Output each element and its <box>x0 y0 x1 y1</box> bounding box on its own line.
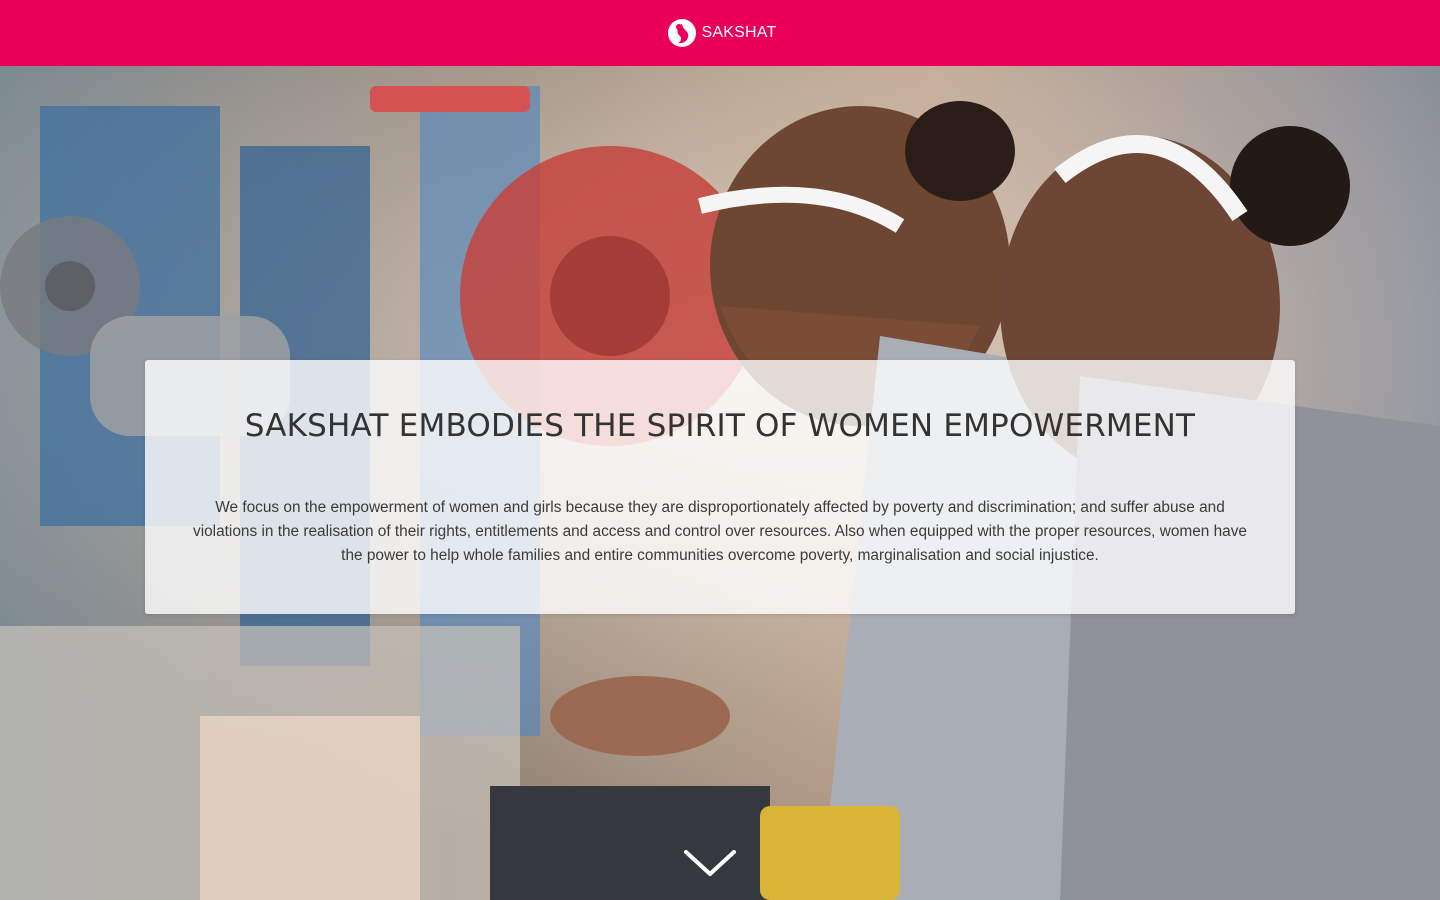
mission-body: We focus on the empowerment of women and… <box>193 499 1247 564</box>
top-bar: SAKSHAT <box>0 0 1440 66</box>
brand-name: SAKSHAT <box>701 24 777 41</box>
mission-headline: SAKSHAT EMBODIES THE SPIRIT OF WOMEN EMP… <box>244 408 1196 444</box>
sakshat-logo-icon <box>667 19 696 47</box>
hero-section: SAKSHAT EMBODIES THE SPIRIT OF WOMEN EMP… <box>0 66 1440 900</box>
chevron-down-icon[interactable] <box>682 846 738 880</box>
brand-logo-link[interactable]: SAKSHAT <box>664 13 777 53</box>
mission-panel: SAKSHAT EMBODIES THE SPIRIT OF WOMEN EMP… <box>145 360 1295 614</box>
